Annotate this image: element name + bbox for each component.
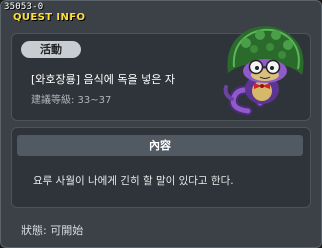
- quest-type-badge: 活動: [21, 41, 81, 58]
- level-requirement: 建議等級: 33~37: [31, 95, 112, 106]
- content-section-header: 內容: [17, 135, 303, 156]
- content-section-title: 內容: [149, 139, 171, 152]
- snake-mage-npc-icon: [223, 26, 304, 116]
- quest-status: 狀態: 可開始: [21, 224, 84, 237]
- quest-description: 요루 사월이 나에게 긴히 할 말이 있다고 한다.: [33, 175, 234, 187]
- quest-id: 35053-0: [4, 2, 44, 12]
- quest-info-window: 35053-0 QUEST INFO 活動 [와호장룡] 음식에 독을 넣은 자…: [0, 0, 322, 248]
- quest-name: [와호장룡] 음식에 독을 넣은 자: [31, 73, 176, 86]
- window-title: QUEST INFO: [13, 12, 86, 23]
